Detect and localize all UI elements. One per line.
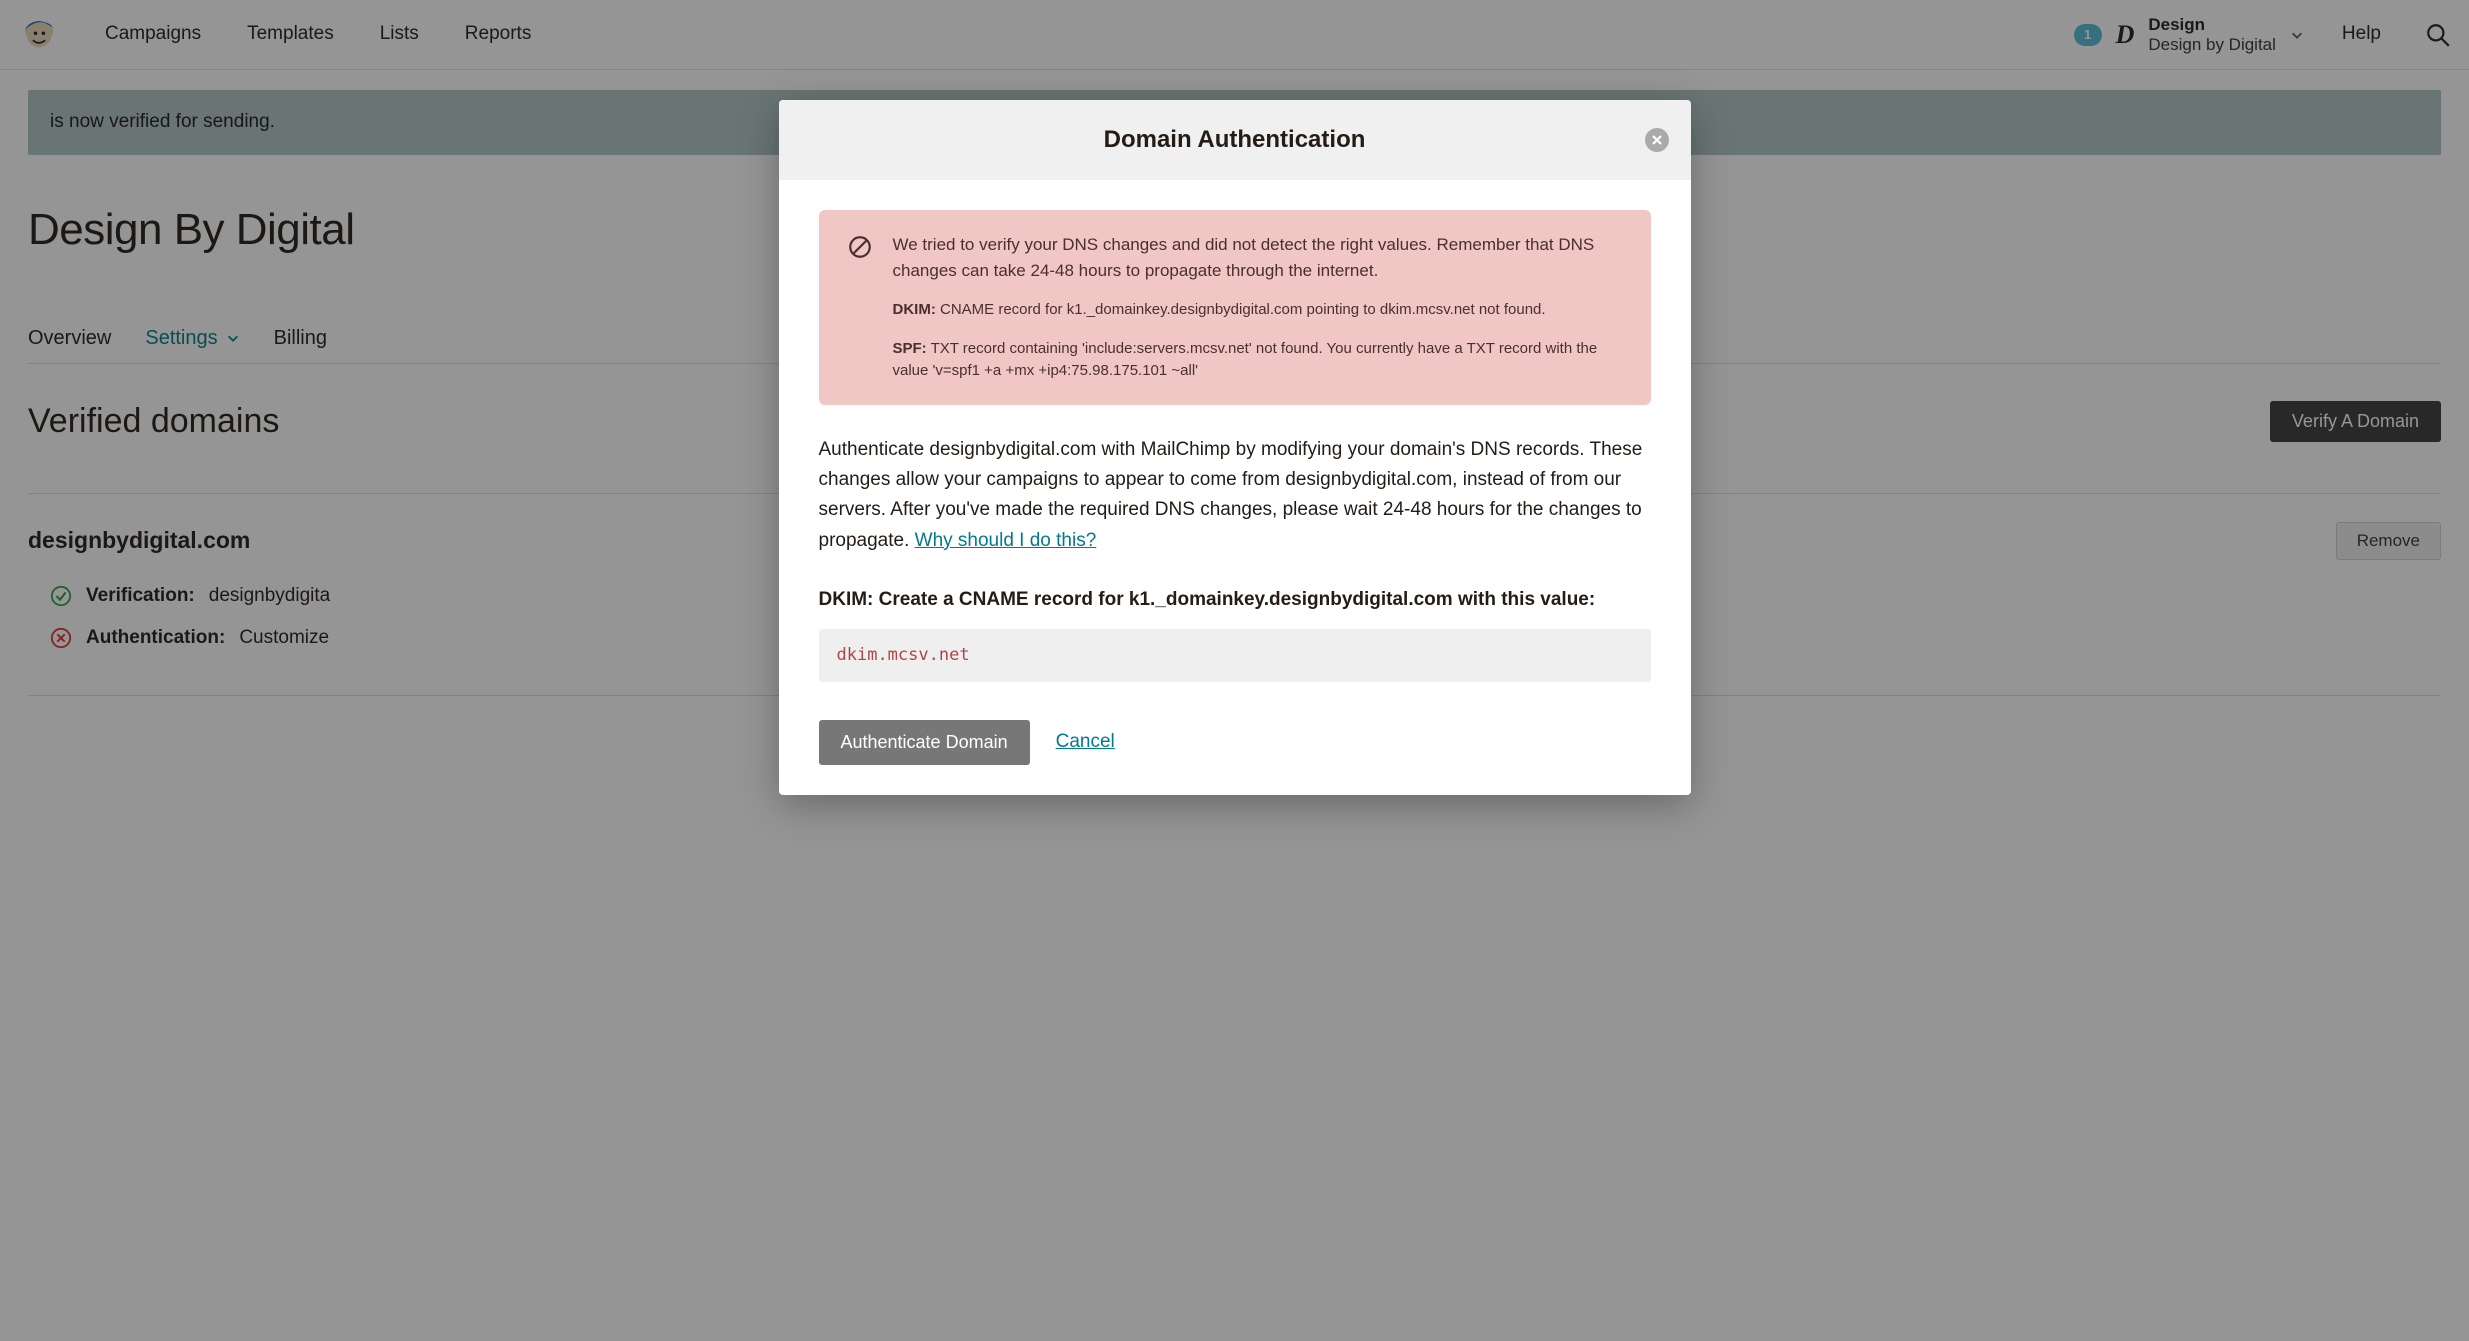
- spf-error-line: SPF: TXT record containing 'include:serv…: [893, 338, 1623, 383]
- modal-close-button[interactable]: [1645, 128, 1669, 152]
- domain-auth-modal: Domain Authentication We tried to verify…: [779, 100, 1691, 795]
- error-summary: We tried to verify your DNS changes and …: [893, 232, 1623, 283]
- dkim-label: DKIM:: [893, 301, 936, 318]
- spf-error-text: TXT record containing 'include:servers.m…: [893, 340, 1598, 380]
- modal-title: Domain Authentication: [1104, 122, 1366, 158]
- dkim-error-text: CNAME record for k1._domainkey.designbyd…: [940, 301, 1546, 318]
- modal-header: Domain Authentication: [779, 100, 1691, 180]
- dkim-value-box[interactable]: dkim.mcsv.net: [819, 629, 1651, 683]
- block-icon: [847, 234, 873, 260]
- dns-error-alert: We tried to verify your DNS changes and …: [819, 210, 1651, 405]
- modal-description: Authenticate designbydigital.com with Ma…: [819, 435, 1651, 557]
- modal-backdrop[interactable]: Domain Authentication We tried to verify…: [0, 0, 2469, 1341]
- why-link[interactable]: Why should I do this?: [915, 530, 1097, 551]
- authenticate-domain-button[interactable]: Authenticate Domain: [819, 720, 1030, 765]
- modal-footer: Authenticate Domain Cancel: [779, 702, 1691, 795]
- close-icon: [1650, 133, 1664, 147]
- cancel-link[interactable]: Cancel: [1056, 728, 1115, 757]
- dkim-instruction-heading: DKIM: Create a CNAME record for k1._doma…: [819, 586, 1651, 615]
- spf-label: SPF:: [893, 340, 927, 357]
- modal-body[interactable]: We tried to verify your DNS changes and …: [779, 180, 1691, 702]
- dkim-error-line: DKIM: CNAME record for k1._domainkey.des…: [893, 299, 1623, 322]
